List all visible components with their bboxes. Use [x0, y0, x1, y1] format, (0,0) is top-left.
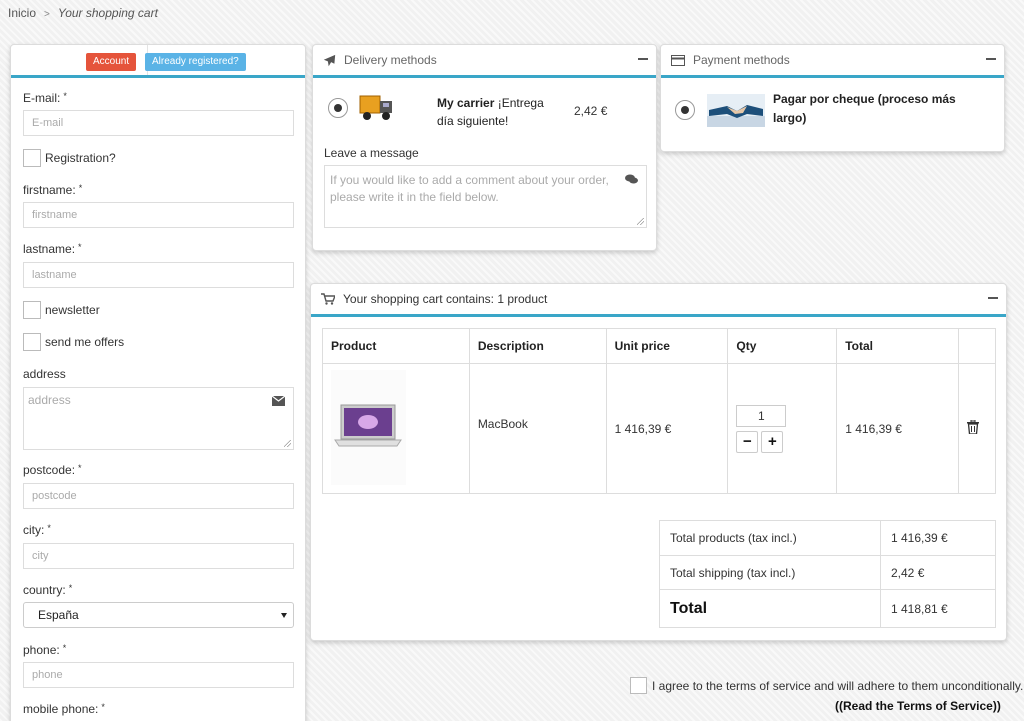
totals-value: 1 416,39 €: [880, 520, 996, 556]
lastname-field[interactable]: lastname: [23, 262, 294, 288]
terms-checkbox[interactable]: [630, 677, 647, 694]
account-panel: Account Already registered? E-mail: * E-m…: [10, 44, 306, 721]
carrier-name: My carrier: [437, 96, 495, 110]
payment-option-label: Pagar por cheque (proceso más largo): [773, 92, 956, 125]
envelope-icon: [272, 396, 285, 406]
product-image-cell: [322, 363, 470, 494]
column-header-actions: [958, 328, 996, 364]
plane-icon: [323, 54, 336, 67]
phone-field[interactable]: phone: [23, 662, 294, 688]
totals-table: Total products (tax incl.) 1 416,39 € To…: [659, 520, 996, 628]
carrier-price: 2,42 €: [574, 104, 608, 118]
delivery-panel-header: Delivery methods: [313, 45, 656, 78]
newsletter-label: newsletter: [45, 303, 100, 317]
city-field[interactable]: city: [23, 543, 294, 569]
grand-total-label: Total: [659, 589, 881, 628]
breadcrumb-home-link[interactable]: Inicio: [8, 6, 36, 20]
breadcrumb-current: Your shopping cart: [57, 6, 158, 20]
quantity-decrease-button[interactable]: −: [736, 430, 759, 453]
quantity-increase-button[interactable]: +: [761, 430, 784, 453]
quantity-input[interactable]: 1: [736, 404, 787, 427]
terms-label: I agree to the terms of service and will…: [652, 679, 1024, 693]
message-placeholder: If you would like to add a comment about…: [330, 173, 609, 204]
firstname-field[interactable]: firstname: [23, 202, 294, 228]
city-label: city: *: [23, 523, 51, 537]
registration-checkbox[interactable]: [23, 149, 41, 167]
mobile-phone-label: mobile phone: *: [23, 702, 105, 716]
cart-icon: [321, 293, 335, 305]
carrier-description: My carrier ¡Entrega día siguiente!: [437, 94, 555, 130]
offers-checkbox[interactable]: [23, 333, 41, 351]
column-header: Description: [468, 328, 607, 364]
product-unit-price: 1 416,39 €: [605, 363, 729, 494]
registration-label: Registration?: [45, 151, 116, 165]
delivery-title: Delivery methods: [344, 53, 437, 67]
payment-panel-header: Payment methods: [661, 45, 1004, 78]
column-header: Unit price: [605, 328, 729, 364]
totals-value: 2,42 €: [880, 555, 996, 590]
payment-radio[interactable]: [675, 100, 695, 120]
cart-panel-header: Your shopping cart contains: 1 product: [311, 284, 1006, 317]
collapse-icon[interactable]: [986, 58, 996, 60]
truck-icon: [359, 95, 392, 120]
already-registered-button[interactable]: Already registered?: [145, 53, 246, 71]
resize-handle[interactable]: [284, 440, 291, 447]
address-field[interactable]: address: [23, 387, 294, 450]
payment-panel: Payment methods Pagar por cheque (proces…: [660, 44, 1005, 152]
country-select[interactable]: España: [23, 602, 294, 628]
totals-label: Total shipping (tax incl.): [659, 555, 881, 590]
collapse-icon[interactable]: [988, 297, 998, 299]
payment-title: Payment methods: [693, 53, 790, 67]
breadcrumb: Inicio > Your shopping cart: [8, 6, 158, 20]
column-header: Product: [322, 328, 470, 364]
address-label: address: [23, 367, 66, 381]
table-row: MacBook 1 416,39 € 1 − + 1 416,39 €: [322, 363, 996, 494]
phone-label: phone: *: [23, 643, 67, 657]
totals-row: Total 1 418,81 €: [659, 589, 996, 628]
postcode-label: postcode: *: [23, 463, 82, 477]
cart-title: Your shopping cart contains: 1 product: [343, 292, 548, 306]
cart-table: Product Description Unit price Qty Total…: [322, 328, 996, 494]
column-header: Qty: [727, 328, 838, 364]
newsletter-checkbox[interactable]: [23, 301, 41, 319]
grand-total-value: 1 418,81 €: [880, 589, 996, 628]
product-image[interactable]: [331, 369, 406, 485]
carrier-radio[interactable]: [328, 98, 348, 118]
product-description: MacBook: [468, 363, 607, 494]
cart-table-header: Product Description Unit price Qty Total: [322, 328, 996, 364]
totals-row: Total shipping (tax incl.) 2,42 €: [659, 555, 996, 590]
account-panel-header: Account Already registered?: [11, 45, 305, 78]
totals-label: Total products (tax incl.): [659, 520, 881, 556]
email-field[interactable]: E-mail: [23, 110, 294, 136]
collapse-icon[interactable]: [638, 58, 648, 60]
product-total: 1 416,39 €: [836, 363, 959, 494]
trash-icon[interactable]: [967, 419, 979, 435]
quantity-cell: 1 − +: [727, 363, 838, 494]
column-header: Total: [836, 328, 959, 364]
address-placeholder: address: [28, 393, 71, 407]
offers-label: send me offers: [45, 335, 125, 349]
delivery-panel: Delivery methods My carrier ¡Entrega día…: [312, 44, 657, 251]
totals-row: Total products (tax incl.) 1 416,39 €: [659, 520, 996, 556]
lastname-label: lastname: *: [23, 242, 82, 256]
resize-handle[interactable]: [637, 218, 644, 225]
firstname-label: firstname: *: [23, 183, 83, 197]
postcode-field[interactable]: postcode: [23, 483, 294, 509]
comments-icon: [625, 174, 638, 184]
message-label: Leave a message: [324, 146, 419, 160]
cart-panel: Your shopping cart contains: 1 product P…: [310, 283, 1007, 641]
chevron-down-icon: [281, 613, 287, 618]
message-textarea[interactable]: If you would like to add a comment about…: [324, 165, 647, 228]
country-label: country: *: [23, 583, 73, 597]
handshake-image: [707, 94, 765, 127]
read-terms-link[interactable]: ((Read the Terms of Service)): [835, 699, 1001, 713]
account-tab-button[interactable]: Account: [86, 53, 137, 71]
breadcrumb-separator: >: [44, 9, 50, 20]
country-selected-value: España: [38, 608, 79, 622]
credit-card-icon: [671, 54, 685, 66]
delete-cell: [958, 363, 996, 494]
email-label: E-mail: *: [23, 91, 67, 105]
